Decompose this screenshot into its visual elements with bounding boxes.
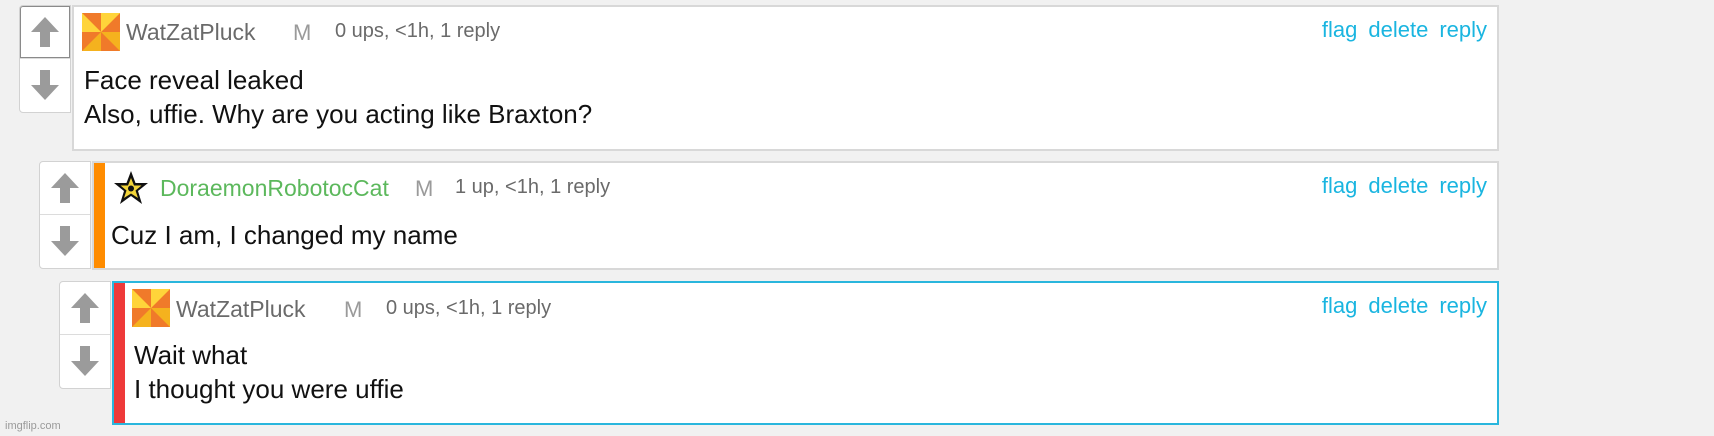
avatar[interactable]: [132, 289, 170, 327]
delete-link[interactable]: delete: [1368, 293, 1428, 318]
reply-depth-stripe: [114, 283, 125, 423]
vote-column: [59, 281, 111, 389]
comment-meta: 0 ups, <1h, 1 reply: [335, 20, 501, 42]
comment-text: Face reveal leaked Also, uffie. Why are …: [84, 63, 592, 131]
vote-column: [19, 5, 71, 113]
username-link[interactable]: DoraemonRobotocCat: [160, 175, 389, 202]
reply-link[interactable]: reply: [1439, 293, 1487, 318]
reply-link[interactable]: reply: [1439, 17, 1487, 42]
watermark: imgflip.com: [5, 420, 61, 432]
upvote-button[interactable]: [40, 162, 90, 214]
upvote-button[interactable]: [60, 282, 110, 334]
arrow-down-icon: [31, 69, 59, 100]
reply-depth-stripe: [94, 163, 105, 268]
username-link[interactable]: WatZatPluck: [176, 296, 306, 323]
avatar[interactable]: [82, 13, 120, 51]
arrow-down-icon: [71, 345, 99, 376]
flag-link[interactable]: flag: [1322, 17, 1357, 42]
vote-column: [39, 161, 91, 269]
delete-link[interactable]: delete: [1368, 17, 1428, 42]
star-avatar-icon[interactable]: [112, 169, 150, 207]
downvote-button[interactable]: [40, 214, 90, 266]
comment-actions: flag delete reply: [1311, 293, 1487, 319]
mod-badge: M: [415, 176, 434, 201]
comment-text: Cuz I am, I changed my name: [111, 218, 458, 252]
comment-actions: flag delete reply: [1311, 17, 1487, 43]
comment-text-line: Also, uffie. Why are you acting like Bra…: [84, 99, 593, 129]
comment-body: WatZatPluck M 0 ups, <1h, 1 reply flag de…: [72, 5, 1499, 151]
downvote-button[interactable]: [20, 58, 70, 110]
flag-link[interactable]: flag: [1322, 293, 1357, 318]
arrow-up-icon: [31, 17, 59, 47]
comment-body: DoraemonRobotocCat M 1 up, <1h, 1 reply …: [92, 161, 1499, 270]
downvote-button[interactable]: [60, 334, 110, 386]
comment-thread: { "comments": [ { "username": "WatZatPlu…: [0, 0, 1714, 436]
arrow-up-icon: [71, 293, 99, 323]
comment-text-line: Cuz I am, I changed my name: [111, 220, 458, 250]
comment-meta: 0 ups, <1h, 1 reply: [386, 297, 552, 319]
mod-badge: M: [344, 297, 363, 322]
comment-actions: flag delete reply: [1311, 173, 1487, 199]
comment-text-line: Face reveal leaked: [84, 65, 304, 95]
username-link[interactable]: WatZatPluck: [126, 19, 256, 46]
arrow-up-icon: [51, 173, 79, 203]
upvote-button[interactable]: [20, 6, 70, 58]
arrow-down-icon: [51, 225, 79, 256]
comment-body: WatZatPluck M 0 ups, <1h, 1 reply flag de…: [112, 281, 1499, 425]
flag-link[interactable]: flag: [1322, 173, 1357, 198]
comment-text-line: I thought you were uffie: [134, 374, 404, 404]
comment-text-line: Wait what: [134, 340, 248, 370]
comment-text: Wait what I thought you were uffie: [134, 338, 404, 406]
comment-meta: 1 up, <1h, 1 reply: [455, 176, 611, 198]
delete-link[interactable]: delete: [1368, 173, 1428, 198]
mod-badge: M: [293, 20, 312, 45]
reply-link[interactable]: reply: [1439, 173, 1487, 198]
